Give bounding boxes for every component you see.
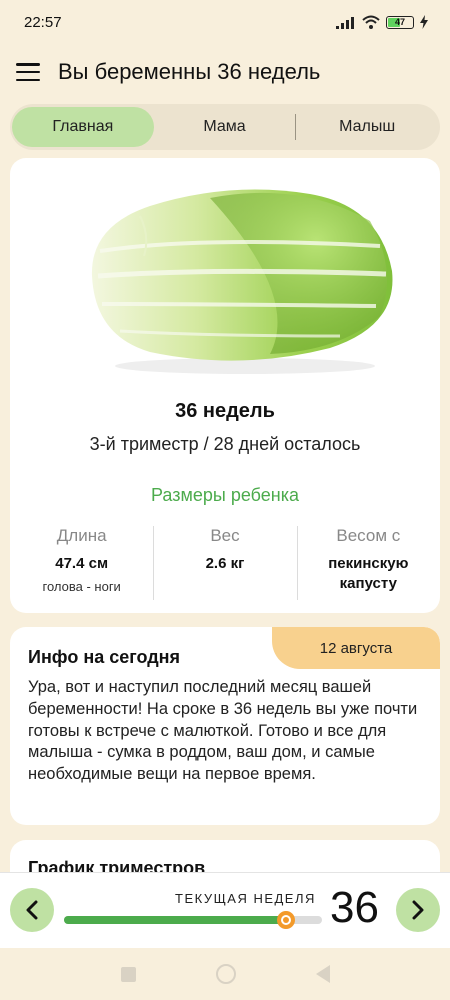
tab-baby[interactable]: Малыш xyxy=(296,107,438,147)
info-text: Ура, вот и наступил последний месяц ваше… xyxy=(28,678,418,784)
week-title: 36 недель xyxy=(175,400,275,422)
date-badge: 12 августа xyxy=(272,627,440,669)
status-bar: 22:57 47 xyxy=(0,0,450,44)
prev-week-button[interactable] xyxy=(10,888,54,932)
stat-label: Длина xyxy=(56,526,107,545)
charging-icon xyxy=(420,15,428,29)
stat-comparison: Весом с пекинскую капусту xyxy=(296,522,440,602)
stat-value: 2.6 кг xyxy=(205,555,245,572)
trimester-info: 3-й триместр / 28 дней осталось xyxy=(89,434,361,454)
next-week-button[interactable] xyxy=(396,888,440,932)
tab-main[interactable]: Главная xyxy=(12,107,154,147)
stat-weight: Вес 2.6 кг xyxy=(153,522,296,602)
battery-level: 47 xyxy=(394,17,405,27)
status-time: 22:57 xyxy=(24,13,62,31)
signal-icon xyxy=(336,16,354,29)
stat-value: 47.4 см xyxy=(55,555,109,572)
system-nav-bar xyxy=(0,948,450,1000)
tab-mom[interactable]: Мама xyxy=(154,107,296,147)
status-icons: 47 xyxy=(336,15,428,29)
wifi-icon xyxy=(362,15,380,29)
current-week-label: ТЕКУЩАЯ НЕДЕЛЯ xyxy=(175,891,316,906)
week-navigator: ТЕКУЩАЯ НЕДЕЛЯ 36 xyxy=(0,872,450,948)
recents-icon[interactable] xyxy=(120,966,136,982)
stat-label: Вес xyxy=(210,526,240,545)
week-progress-fill xyxy=(64,916,286,924)
app-bar: Вы беременны 36 недель xyxy=(0,52,450,92)
baby-size-card: 36 недель 3-й триместр / 28 дней осталос… xyxy=(10,158,440,613)
napa-cabbage-icon xyxy=(91,189,393,374)
info-card: 12 августа Инфо на сегодня Ура, вот и на… xyxy=(10,627,440,825)
week-progress-knob[interactable] xyxy=(276,911,295,929)
chevron-right-icon xyxy=(412,900,424,920)
chevron-left-icon xyxy=(26,900,38,920)
current-week-number: 36 xyxy=(330,883,379,932)
baby-stats: Длина 47.4 см голова - ноги Вес 2.6 кг В… xyxy=(10,522,440,602)
stat-label: Весом с xyxy=(336,526,401,545)
baby-sizes-title: Размеры ребенка xyxy=(151,485,299,505)
stat-value: пекинскую капусту xyxy=(328,555,409,592)
battery-icon: 47 xyxy=(386,15,414,29)
tab-bar: Главная Мама Малыш xyxy=(10,104,440,150)
back-icon[interactable] xyxy=(315,965,330,983)
info-title: Инфо на сегодня xyxy=(28,647,181,667)
stat-length: Длина 47.4 см голова - ноги xyxy=(10,522,153,602)
stat-sub: голова - ноги xyxy=(42,579,121,594)
page-title: Вы беременны 36 недель xyxy=(58,59,321,84)
week-progress-slider[interactable] xyxy=(64,911,322,929)
menu-icon[interactable] xyxy=(16,63,40,81)
home-icon[interactable] xyxy=(215,964,236,984)
